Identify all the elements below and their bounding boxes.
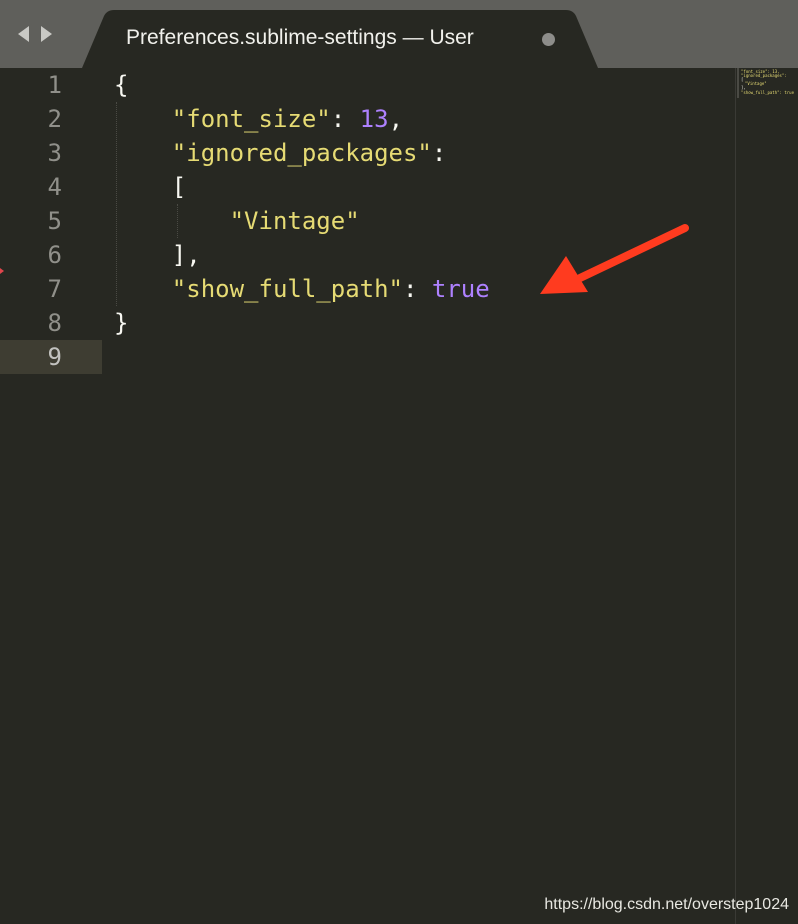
line-number: 6 — [47, 241, 62, 269]
line-number: 4 — [47, 173, 62, 201]
minimap-preview: "font_size": 13, "ignored_packages": [ "… — [737, 68, 795, 98]
svg-text:"show_full_path": true: "show_full_path": true — [741, 90, 795, 95]
minimap-line: "Vintage" — [745, 81, 767, 86]
minimap-line: [ — [741, 77, 743, 82]
line-number: 5 — [47, 207, 62, 235]
tab-bar: Preferences.sublime-settings — User — [0, 0, 798, 68]
code-token: [ — [171, 173, 187, 201]
json-key: "ignored_packages" — [171, 139, 432, 167]
minimap[interactable]: "font_size": 13, "ignored_packages": [ "… — [737, 68, 798, 924]
code-token: : — [330, 105, 360, 133]
watermark: https://blog.csdn.net/overstep1024 — [544, 896, 789, 913]
svg-text:"ignored_packages":: "ignored_packages": — [741, 73, 787, 78]
line-number: 2 — [47, 105, 62, 133]
navigation-arrows — [14, 22, 56, 46]
chevron-left-icon — [18, 26, 29, 42]
code-token: : — [402, 275, 432, 303]
forward-button[interactable] — [38, 22, 56, 46]
minimap-line: "show_full_path": true — [741, 90, 795, 95]
code-line: { — [114, 68, 128, 102]
json-number-value: 13 — [359, 105, 389, 133]
code-token: : — [431, 139, 447, 167]
svg-text:"Vintage": "Vintage" — [745, 81, 767, 86]
minimap-line: "ignored_packages": — [741, 73, 787, 78]
back-button[interactable] — [14, 22, 32, 46]
line-number: 8 — [47, 309, 62, 337]
code-line: "ignored_packages": — [114, 136, 447, 170]
code-line: "show_full_path": true — [114, 272, 490, 306]
code-token: { — [114, 71, 129, 99]
line-number-gutter: 1 2 3 4 5 6 7 8 9 — [0, 68, 102, 924]
annotation-arrow-icon — [540, 224, 689, 294]
code-token: , — [388, 105, 404, 133]
sublime-text-window: Preferences.sublime-settings — User 1 2 … — [0, 0, 798, 924]
editor-pane[interactable]: 1 2 3 4 5 6 7 8 9 { "font_size": 13, "ig… — [0, 68, 736, 924]
code-token: ], — [171, 241, 201, 269]
chevron-right-icon — [41, 26, 52, 42]
code-line: [ — [114, 170, 186, 204]
line-number-current: 9 — [47, 343, 62, 371]
svg-text:[: [ — [741, 77, 743, 82]
minimap-divider — [735, 68, 736, 924]
line-number: 7 — [47, 275, 62, 303]
json-key: "font_size" — [171, 105, 331, 133]
code-line: } — [114, 306, 128, 340]
code-line: "Vintage" — [114, 204, 360, 238]
line-number: 3 — [47, 139, 62, 167]
code-line: ], — [114, 238, 201, 272]
tab-title: Preferences.sublime-settings — User — [126, 26, 474, 49]
json-boolean-value: true — [431, 275, 490, 303]
unsaved-dot-icon[interactable] — [542, 33, 555, 46]
json-string-value: "Vintage" — [229, 207, 360, 235]
code-token: } — [114, 309, 129, 337]
code-line: "font_size": 13, — [114, 102, 403, 136]
line-number: 1 — [47, 71, 62, 99]
json-key: "show_full_path" — [171, 275, 403, 303]
tab-preferences[interactable]: Preferences.sublime-settings — User — [82, 10, 598, 68]
